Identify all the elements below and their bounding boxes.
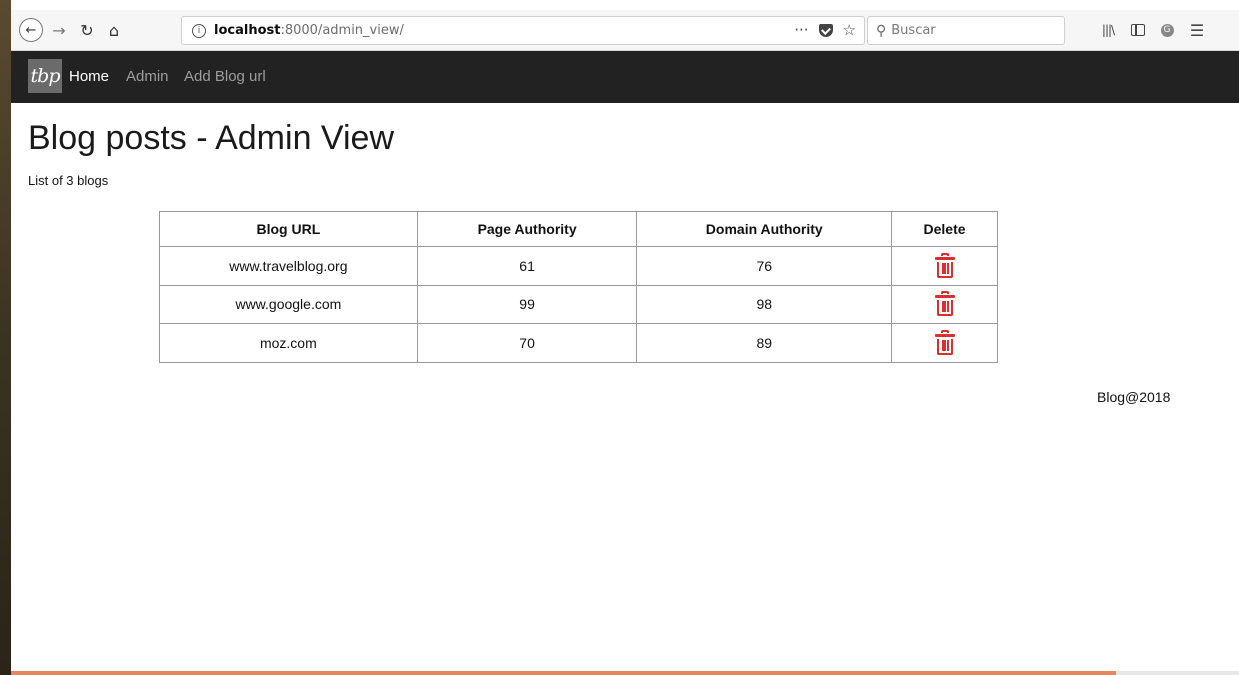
search-icon: ⚲ [876,22,887,39]
url-host: localhost [214,23,281,38]
footer-text: Blog@2018 [1097,389,1171,405]
blog-table: Blog URL Page Authority Domain Authority… [159,211,998,363]
cell-delete [891,323,998,363]
page-load-progress-fill [11,671,1117,675]
search-input[interactable]: ⚲ Buscar [867,16,1065,45]
cell-page-authority: 99 [416,284,638,324]
cell-delete [891,246,998,286]
trash-icon[interactable] [934,252,955,279]
cell-domain-authority: 98 [636,284,893,324]
page-title: Blog posts - Admin View [28,119,394,157]
site-navbar: tbp Home Admin Add Blog url [11,51,1239,103]
nav-link-home[interactable]: Home [69,68,109,85]
menu-icon[interactable]: ☰ [1186,20,1208,40]
home-button[interactable]: ⌂ [103,18,125,42]
cell-domain-authority: 89 [636,323,893,363]
cell-page-authority: 70 [416,323,638,363]
sidebar-toggle-icon[interactable] [1127,20,1149,40]
header-blog-url: Blog URL [159,211,418,247]
bookmark-star-icon[interactable]: ☆ [843,21,856,39]
page-actions-icon[interactable]: ··· [794,21,808,39]
header-page-authority: Page Authority [416,211,638,247]
browser-toolbar: ← → ↻ ⌂ i localhost :8000/admin_view/ ··… [11,10,1239,51]
blog-count-text: List of 3 blogs [28,173,109,188]
cell-domain-authority: 76 [636,246,893,286]
back-button[interactable]: ← [19,18,43,42]
header-domain-authority: Domain Authority [636,211,893,247]
table-header-row: Blog URL Page Authority Domain Authority… [159,211,998,247]
cell-blog-url: www.travelblog.org [159,246,418,286]
table-row: www.travelblog.org 61 76 [159,246,998,286]
cell-page-authority: 61 [416,246,638,286]
forward-button[interactable]: → [49,18,69,42]
page-load-progress-bar [11,671,1239,675]
nav-link-admin[interactable]: Admin [126,68,169,85]
desktop-edge [0,0,11,675]
url-bar[interactable]: i localhost :8000/admin_view/ ··· ☆ [181,16,865,45]
extension-icon[interactable]: G [1156,20,1178,40]
search-placeholder: Buscar [891,23,936,38]
library-icon[interactable]: |||\ [1097,20,1119,40]
table-row: www.google.com 99 98 [159,284,998,324]
nav-link-add-blog-url[interactable]: Add Blog url [184,68,266,85]
info-icon[interactable]: i [192,23,206,38]
header-delete: Delete [891,211,998,247]
brand-logo[interactable]: tbp [28,59,62,93]
trash-icon[interactable] [934,291,955,317]
trash-icon[interactable] [934,329,955,356]
cell-blog-url: www.google.com [159,284,418,324]
url-path: :8000/admin_view/ [280,23,404,38]
table-row: moz.com 70 89 [159,323,998,363]
reload-button[interactable]: ↻ [76,18,98,42]
pocket-icon[interactable] [818,24,833,37]
cell-blog-url: moz.com [159,323,418,363]
cell-delete [891,284,998,324]
